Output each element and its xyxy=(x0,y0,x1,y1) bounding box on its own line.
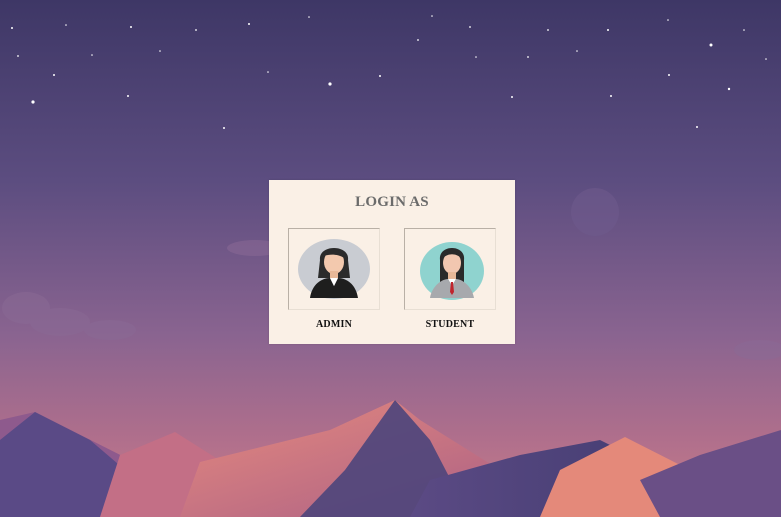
student-avatar-frame[interactable] xyxy=(404,228,496,310)
moon-icon xyxy=(571,188,619,236)
login-card: LOGIN AS ADMIN STUDENT xyxy=(269,180,515,344)
admin-avatar-icon xyxy=(298,239,370,299)
admin-avatar-frame[interactable] xyxy=(288,228,380,310)
student-label[interactable]: STUDENT xyxy=(404,319,496,330)
admin-option[interactable]: ADMIN xyxy=(288,228,380,330)
student-option[interactable]: STUDENT xyxy=(404,228,496,330)
admin-label[interactable]: ADMIN xyxy=(288,319,380,330)
login-title: LOGIN AS xyxy=(355,194,429,210)
student-avatar-icon xyxy=(420,242,484,300)
